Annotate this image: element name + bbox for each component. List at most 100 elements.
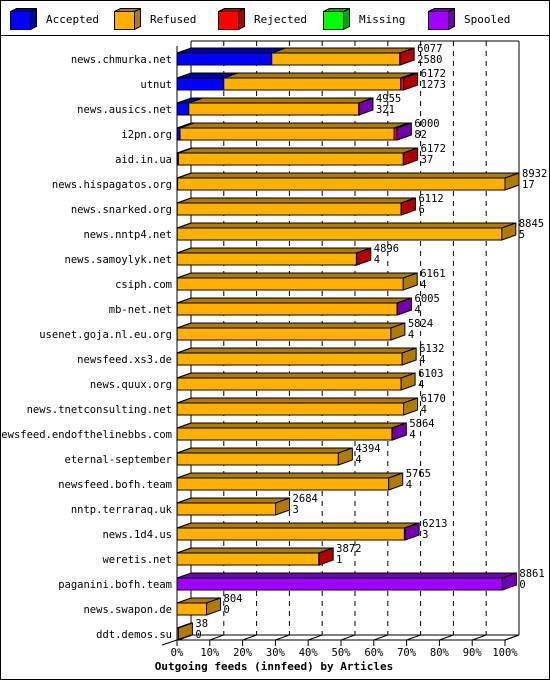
floor-tick	[275, 634, 290, 641]
accepted-label: 0	[195, 629, 201, 641]
x-tick-label: 40%	[299, 647, 319, 659]
bar-group: 61704	[176, 393, 446, 416]
bar-segment-refused	[176, 252, 357, 266]
bar-segment-refused	[176, 377, 402, 391]
bar-group: 617237	[176, 143, 446, 166]
bar-segment-refused	[176, 227, 503, 241]
category-label: newsfeed.bofh.team	[58, 479, 172, 491]
bar-segment-refused	[176, 277, 404, 291]
bar-segment-refused	[176, 402, 405, 416]
bar-segment-refused	[188, 102, 360, 116]
bar-segment-refused	[176, 427, 393, 441]
bar-segment-refused	[176, 327, 392, 341]
floor-tick	[472, 634, 487, 641]
bar-group: 4955321	[176, 93, 401, 116]
bar-group: 88610	[176, 568, 545, 591]
accepted-label: 4	[418, 379, 424, 391]
bar-segment-refused	[176, 552, 320, 566]
category-labels: news.chmurka.net utnut news.ausics.net i2pn…	[0, 54, 173, 641]
bar-top-refused	[188, 97, 373, 104]
bar-group: 48964	[176, 243, 399, 266]
category-label: ddt.demos.su	[96, 629, 172, 641]
bar-segment-refused	[176, 302, 398, 316]
bar-segment-accepted	[176, 77, 225, 91]
accepted-label: 0	[224, 604, 230, 616]
accepted-label: 6	[418, 204, 424, 216]
floor-tick	[373, 634, 388, 641]
bar-top-refused	[177, 172, 520, 179]
accepted-label: 4	[415, 304, 421, 316]
bar-top-refused	[176, 247, 371, 254]
accepted-label: 321	[376, 104, 395, 116]
floor-tick	[340, 634, 356, 641]
accepted-label: 4	[419, 354, 425, 366]
bar-group: 43944	[176, 443, 381, 466]
x-axis-title: Outgoing feeds (innfeed) by Articles	[155, 660, 393, 673]
x-tick-label: 80%	[430, 647, 450, 659]
x-tick-label: 60%	[364, 647, 384, 659]
category-label: csiph.com	[115, 279, 172, 291]
category-label: news.hispagatos.org	[52, 179, 172, 191]
bar-group: 61034	[176, 368, 443, 391]
x-tick-label: 70%	[397, 647, 417, 659]
x-tick-label: 90%	[463, 647, 483, 659]
bar-top-refused	[179, 122, 409, 129]
bar-group: 88455	[176, 218, 544, 241]
accepted-label: 37	[421, 154, 434, 166]
bar-top-refused	[177, 222, 516, 229]
floor-tick	[504, 634, 520, 641]
bar-top-refused	[176, 522, 419, 529]
bar-top-spooled	[176, 572, 517, 579]
bar-segment-spooled	[176, 577, 503, 591]
x-tick-label: 10%	[200, 647, 220, 659]
accepted-label: 4	[409, 429, 415, 441]
floor-tick	[308, 634, 323, 641]
x-tick-label: 50%	[332, 647, 352, 659]
x-tick-label: 30%	[266, 647, 286, 659]
bar-group: 893217	[176, 168, 547, 191]
accepted-label: 5	[519, 229, 525, 241]
bar-chart: 6077258061721273495532160008261723789321…	[0, 40, 547, 673]
category-label: news.1d4.us	[102, 529, 172, 541]
category-label: news.nntp4.net	[83, 229, 172, 241]
floor-tick	[406, 634, 421, 641]
accepted-label: 4	[421, 404, 427, 416]
category-label: news.samoylyk.net	[65, 254, 172, 266]
bar-top-refused	[176, 472, 403, 479]
bar-top-refused	[271, 47, 414, 54]
bar-segment-refused	[177, 152, 404, 166]
category-label: news.snarked.org	[71, 204, 172, 216]
category-label: i2pn.org	[121, 129, 172, 141]
bar-group: 26843	[176, 493, 318, 516]
bar-segment-refused	[176, 202, 402, 216]
accepted-label: 4	[420, 279, 426, 291]
category-label: paganini.bofh.team	[58, 579, 172, 591]
bar-top-refused	[176, 272, 418, 279]
category-label: aid.in.ua	[115, 154, 172, 166]
accepted-label: 4	[406, 479, 412, 491]
accepted-label: 3	[293, 504, 299, 516]
bar-top-refused	[176, 422, 407, 429]
floor-tick	[242, 634, 257, 641]
x-tick-label: 100%	[492, 647, 518, 659]
category-label: news.tnetconsulting.net	[27, 404, 172, 416]
bar-top-refused	[176, 322, 406, 329]
bar-top-refused	[176, 547, 333, 554]
category-label: utnut	[140, 79, 172, 91]
bar-group: 600082	[176, 118, 440, 141]
accepted-label: 1	[336, 554, 342, 566]
bar-top-refused	[176, 297, 412, 304]
bar-top-refused	[176, 372, 416, 379]
bar-segment-refused	[176, 602, 208, 616]
bar-group: 380	[176, 618, 208, 641]
bar-segment-accepted	[176, 52, 273, 66]
accepted-label: 4	[374, 254, 380, 266]
bar-segment-refused	[176, 477, 390, 491]
accepted-label: 4	[408, 329, 414, 341]
category-label: newsfeed.xs3.de	[77, 354, 172, 366]
floor-tick	[209, 634, 224, 641]
bar-group: 38721	[176, 543, 361, 566]
category-label: news.chmurka.net	[71, 54, 172, 66]
category-label: eternal-september	[65, 454, 172, 466]
bar-top-refused	[176, 397, 418, 404]
